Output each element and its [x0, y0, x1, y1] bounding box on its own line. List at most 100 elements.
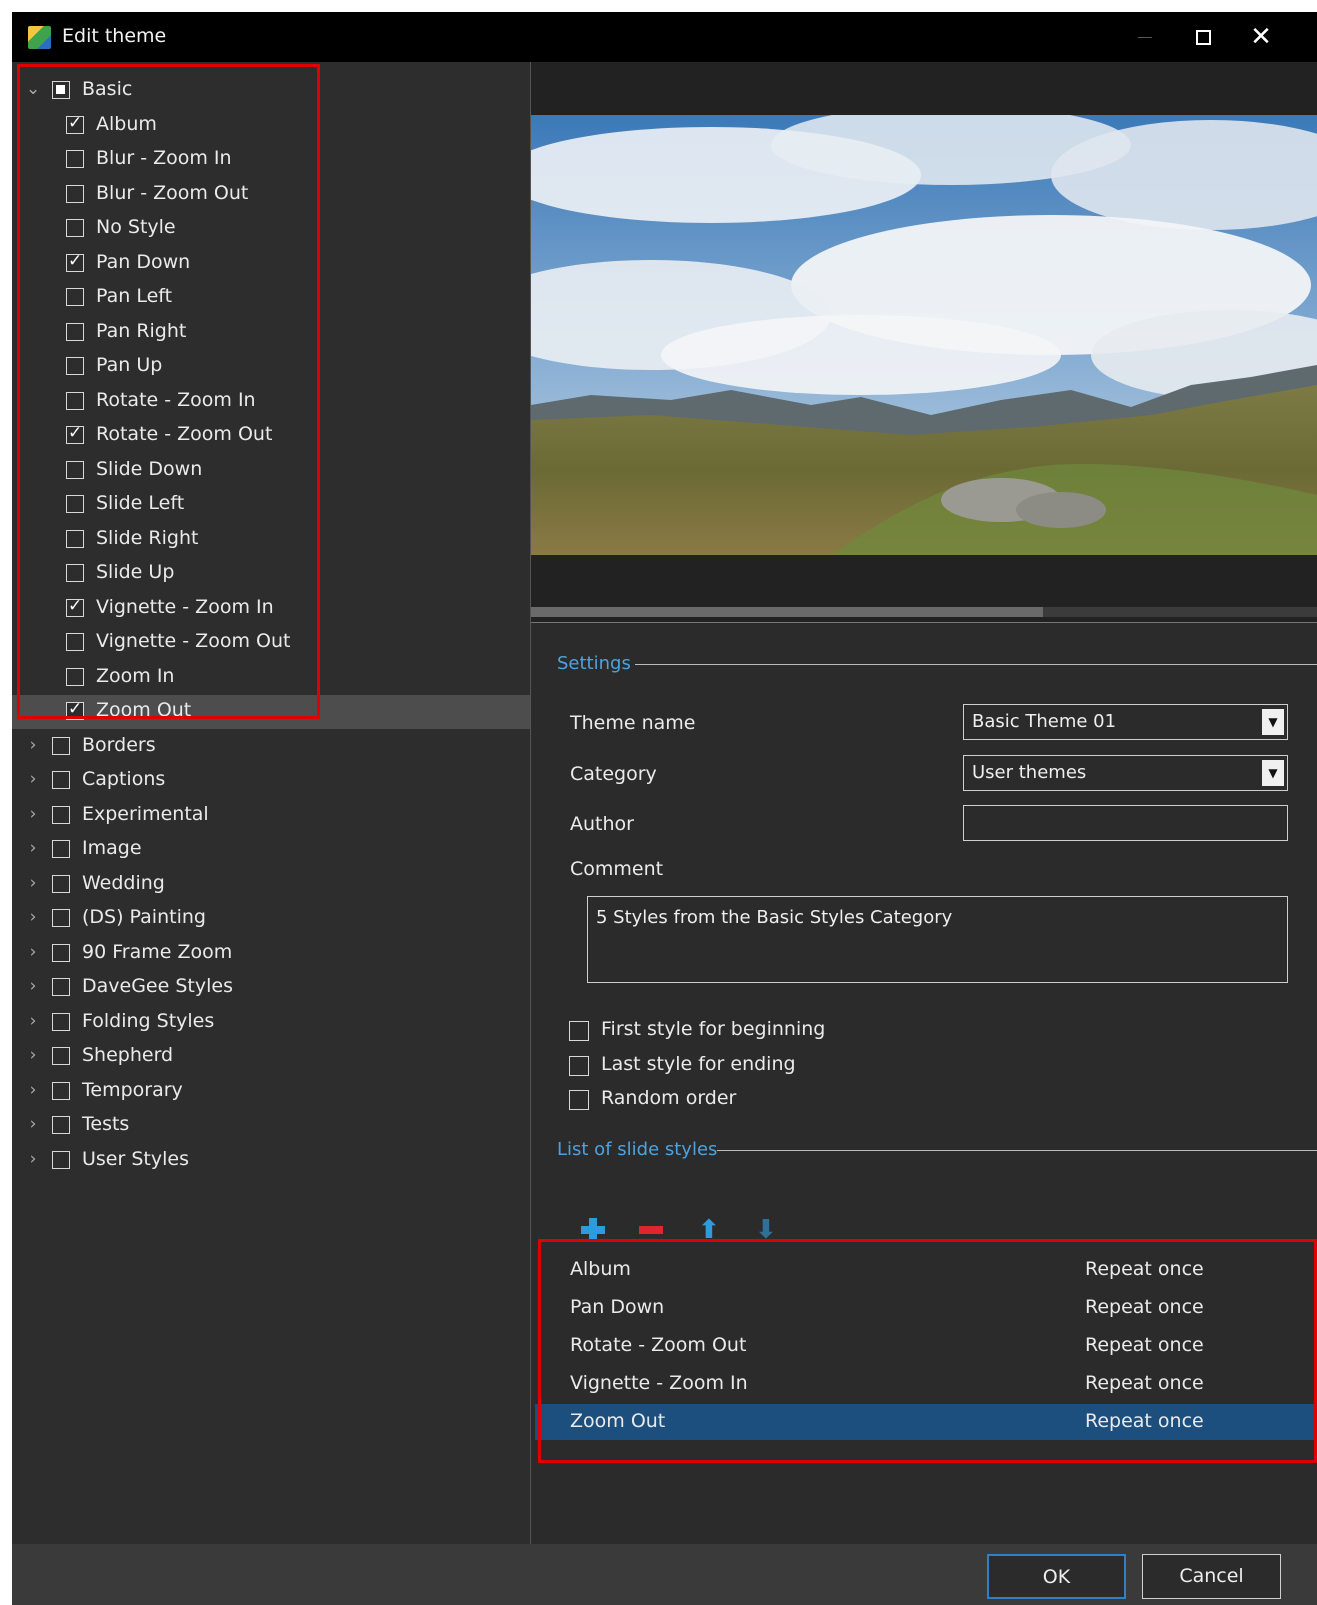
ok-button[interactable]: OK	[987, 1554, 1126, 1599]
checkbox[interactable]	[66, 633, 84, 651]
style-list-row[interactable]: Album Repeat once	[535, 1252, 1317, 1288]
tree-item-experimental[interactable]: › Experimental	[12, 799, 530, 833]
style-list-row[interactable]: Vignette - Zoom In Repeat once	[535, 1366, 1317, 1402]
style-repeat[interactable]: Repeat once	[1085, 1334, 1204, 1356]
tree-item-vignette-zoom-in[interactable]: Vignette - Zoom In	[12, 592, 530, 626]
checkbox[interactable]	[66, 357, 84, 375]
tree-item-pan-down[interactable]: Pan Down	[12, 247, 530, 281]
maximize-button[interactable]	[1178, 12, 1228, 62]
chevron-right-icon[interactable]: ›	[26, 976, 40, 996]
checkbox[interactable]	[52, 909, 70, 927]
style-repeat[interactable]: Repeat once	[1085, 1410, 1204, 1432]
tree-item-borders[interactable]: › Borders	[12, 730, 530, 764]
style-list-row[interactable]: Zoom Out Repeat once	[535, 1404, 1317, 1440]
tree-item-rotate-zoom-out[interactable]: Rotate - Zoom Out	[12, 419, 530, 453]
checkbox[interactable]	[52, 943, 70, 962]
tree-item-slide-down[interactable]: Slide Down	[12, 454, 530, 488]
checkbox[interactable]	[66, 564, 84, 582]
tree-item-vignette-zoom-out[interactable]: Vignette - Zoom Out	[12, 626, 530, 660]
checkbox[interactable]	[66, 219, 84, 237]
checkbox[interactable]	[52, 1116, 70, 1134]
checkbox[interactable]	[66, 391, 84, 410]
tree-item-album[interactable]: Album	[12, 109, 530, 143]
checkbox[interactable]	[52, 874, 70, 893]
chevron-right-icon[interactable]: ›	[26, 1045, 40, 1065]
move-up-icon[interactable]: ⬆	[693, 1214, 725, 1246]
checkbox[interactable]	[66, 423, 84, 444]
chevron-right-icon[interactable]: ›	[26, 1011, 40, 1031]
checkbox[interactable]	[52, 1150, 70, 1169]
checkbox[interactable]	[569, 1090, 589, 1110]
tree-item-ds-painting[interactable]: › (DS) Painting	[12, 902, 530, 936]
chevron-right-icon[interactable]: ›	[26, 804, 40, 824]
category-select[interactable]: User themes ▼	[963, 755, 1288, 791]
add-style-icon[interactable]	[577, 1214, 609, 1246]
checkbox[interactable]	[66, 184, 84, 203]
tree-item-pan-right[interactable]: Pan Right	[12, 316, 530, 350]
tree-item-davegee-styles[interactable]: › DaveGee Styles	[12, 971, 530, 1005]
tree-item-slide-up[interactable]: Slide Up	[12, 557, 530, 591]
chevron-down-icon[interactable]: ⌄	[26, 79, 40, 99]
tree-item-pan-up[interactable]: Pan Up	[12, 350, 530, 384]
tree-item-tests[interactable]: › Tests	[12, 1109, 530, 1143]
author-field[interactable]	[963, 805, 1288, 841]
checkbox[interactable]	[52, 978, 70, 996]
comment-field[interactable]: 5 Styles from the Basic Styles Category	[587, 896, 1288, 983]
chevron-right-icon[interactable]: ›	[26, 1114, 40, 1134]
checkbox[interactable]	[52, 81, 70, 99]
checkbox[interactable]	[52, 1081, 70, 1100]
tree-item-folding-styles[interactable]: › Folding Styles	[12, 1006, 530, 1040]
checkbox[interactable]	[66, 667, 84, 686]
tree-item-blur-zoom-in[interactable]: Blur - Zoom In	[12, 143, 530, 177]
remove-style-icon[interactable]	[635, 1214, 667, 1246]
chevron-right-icon[interactable]: ›	[26, 735, 40, 755]
chevron-down-icon[interactable]: ▼	[1262, 709, 1284, 735]
tree-item-slide-left[interactable]: Slide Left	[12, 488, 530, 522]
style-repeat[interactable]: Repeat once	[1085, 1258, 1204, 1280]
checkbox[interactable]	[66, 251, 84, 272]
chevron-right-icon[interactable]: ›	[26, 1149, 40, 1169]
checkbox[interactable]	[52, 840, 70, 858]
move-down-icon[interactable]: ⬇	[750, 1214, 782, 1246]
tree-item-basic[interactable]: ⌄ Basic	[12, 74, 530, 108]
tree-item-wedding[interactable]: › Wedding	[12, 868, 530, 902]
chevron-right-icon[interactable]: ›	[26, 838, 40, 858]
chevron-right-icon[interactable]: ›	[26, 907, 40, 927]
style-list-row[interactable]: Pan Down Repeat once	[535, 1290, 1317, 1326]
checkbox[interactable]	[52, 736, 70, 755]
tree-item-zoom-out[interactable]: Zoom Out	[12, 695, 530, 729]
chevron-right-icon[interactable]: ›	[26, 769, 40, 789]
style-repeat[interactable]: Repeat once	[1085, 1296, 1204, 1318]
tree-item-rotate-zoom-in[interactable]: Rotate - Zoom In	[12, 385, 530, 419]
checkbox[interactable]	[569, 1056, 589, 1076]
preview-scroll-thumb[interactable]	[531, 607, 1043, 617]
checkbox[interactable]	[66, 288, 84, 306]
checkbox[interactable]	[569, 1021, 589, 1041]
tree-item-90-frame-zoom[interactable]: › 90 Frame Zoom	[12, 937, 530, 971]
cancel-button[interactable]: Cancel	[1142, 1554, 1281, 1599]
chevron-down-icon[interactable]: ▼	[1262, 760, 1284, 786]
checkbox[interactable]	[52, 1012, 70, 1031]
tree-item-slide-right[interactable]: Slide Right	[12, 523, 530, 557]
checkbox[interactable]	[66, 699, 84, 720]
tree-item-temporary[interactable]: › Temporary	[12, 1075, 530, 1109]
checkbox[interactable]	[66, 529, 84, 548]
chevron-right-icon[interactable]: ›	[26, 873, 40, 893]
checkbox[interactable]	[66, 322, 84, 341]
checkbox[interactable]	[66, 113, 84, 134]
tree-item-blur-zoom-out[interactable]: Blur - Zoom Out	[12, 178, 530, 212]
tree-item-pan-left[interactable]: Pan Left	[12, 281, 530, 315]
tree-item-shepherd[interactable]: › Shepherd	[12, 1040, 530, 1074]
theme-name-select[interactable]: Basic Theme 01 ▼	[963, 704, 1288, 740]
checkbox[interactable]	[52, 805, 70, 824]
tree-item-user-styles[interactable]: › User Styles	[12, 1144, 530, 1178]
chevron-right-icon[interactable]: ›	[26, 1080, 40, 1100]
checkbox[interactable]	[66, 596, 84, 617]
checkbox[interactable]	[52, 771, 70, 789]
checkbox[interactable]	[66, 495, 84, 513]
chevron-right-icon[interactable]: ›	[26, 942, 40, 962]
tree-item-image[interactable]: › Image	[12, 833, 530, 867]
tree-item-captions[interactable]: › Captions	[12, 764, 530, 798]
style-repeat[interactable]: Repeat once	[1085, 1372, 1204, 1394]
checkbox[interactable]	[66, 150, 84, 168]
